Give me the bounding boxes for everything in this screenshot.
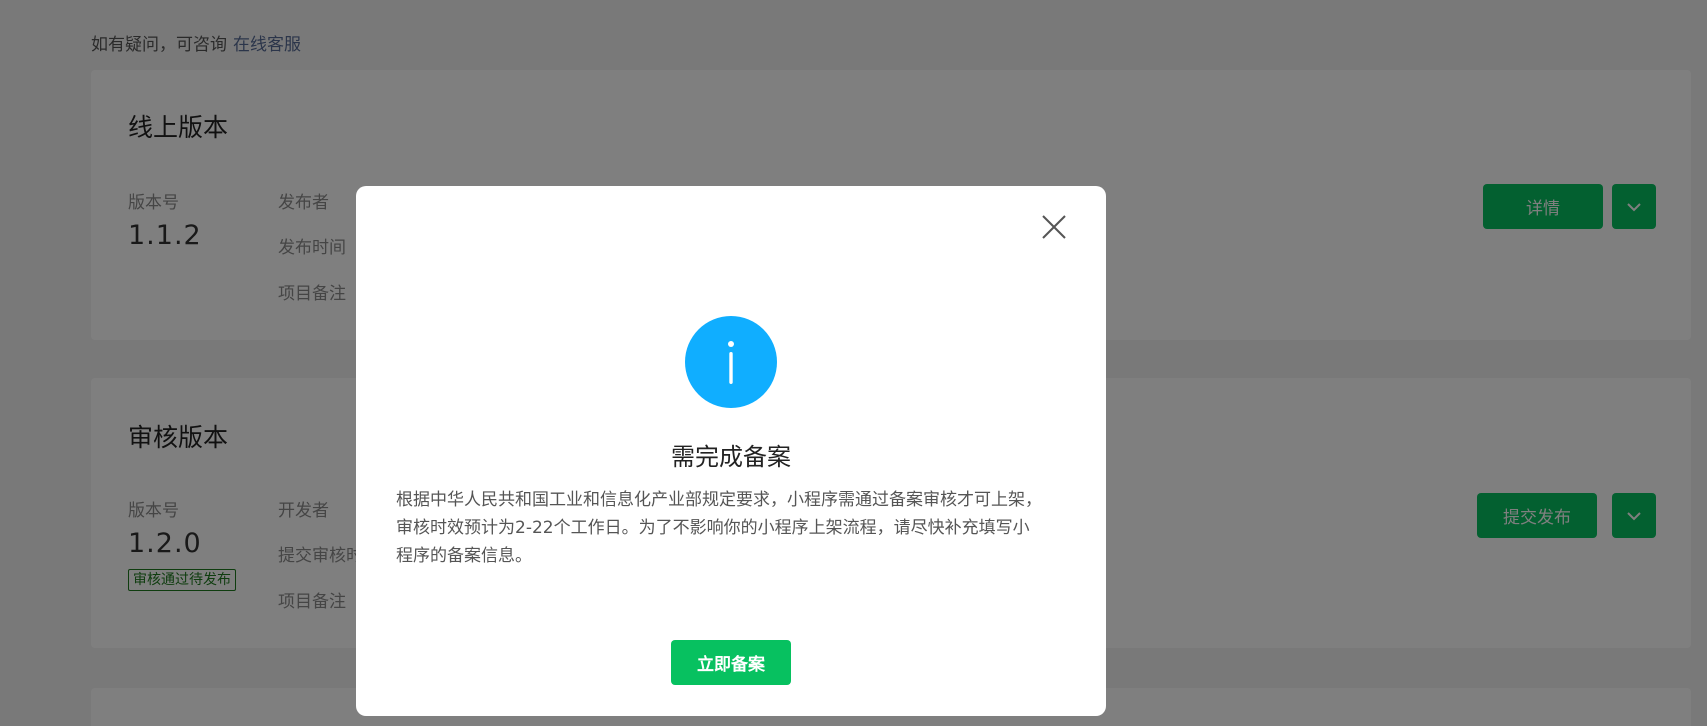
- dialog-body-line: 程序的备案信息。: [396, 546, 532, 566]
- dialog-body-line: 审核时效预计为2-22个工作日。为了不影响你的小程序上架流程，请尽快补充填写小: [396, 518, 1030, 538]
- file-now-button[interactable]: 立即备案: [671, 640, 791, 685]
- info-icon: [685, 316, 777, 408]
- close-icon: [1042, 215, 1066, 239]
- page: 如有疑问，可咨询在线客服 线上版本 版本号 1.1.2 发布者 发布时间 项目备…: [0, 0, 1707, 726]
- dialog-body-line: 根据中华人民共和国工业和信息化产业部规定要求，小程序需通过备案审核才可上架，: [396, 490, 1042, 510]
- dialog-title: 需完成备案: [671, 443, 791, 471]
- dialog-body: 根据中华人民共和国工业和信息化产业部规定要求，小程序需通过备案审核才可上架， 审…: [396, 486, 1066, 570]
- filing-required-dialog: 需完成备案 根据中华人民共和国工业和信息化产业部规定要求，小程序需通过备案审核才…: [356, 186, 1106, 716]
- close-button[interactable]: [1039, 212, 1069, 242]
